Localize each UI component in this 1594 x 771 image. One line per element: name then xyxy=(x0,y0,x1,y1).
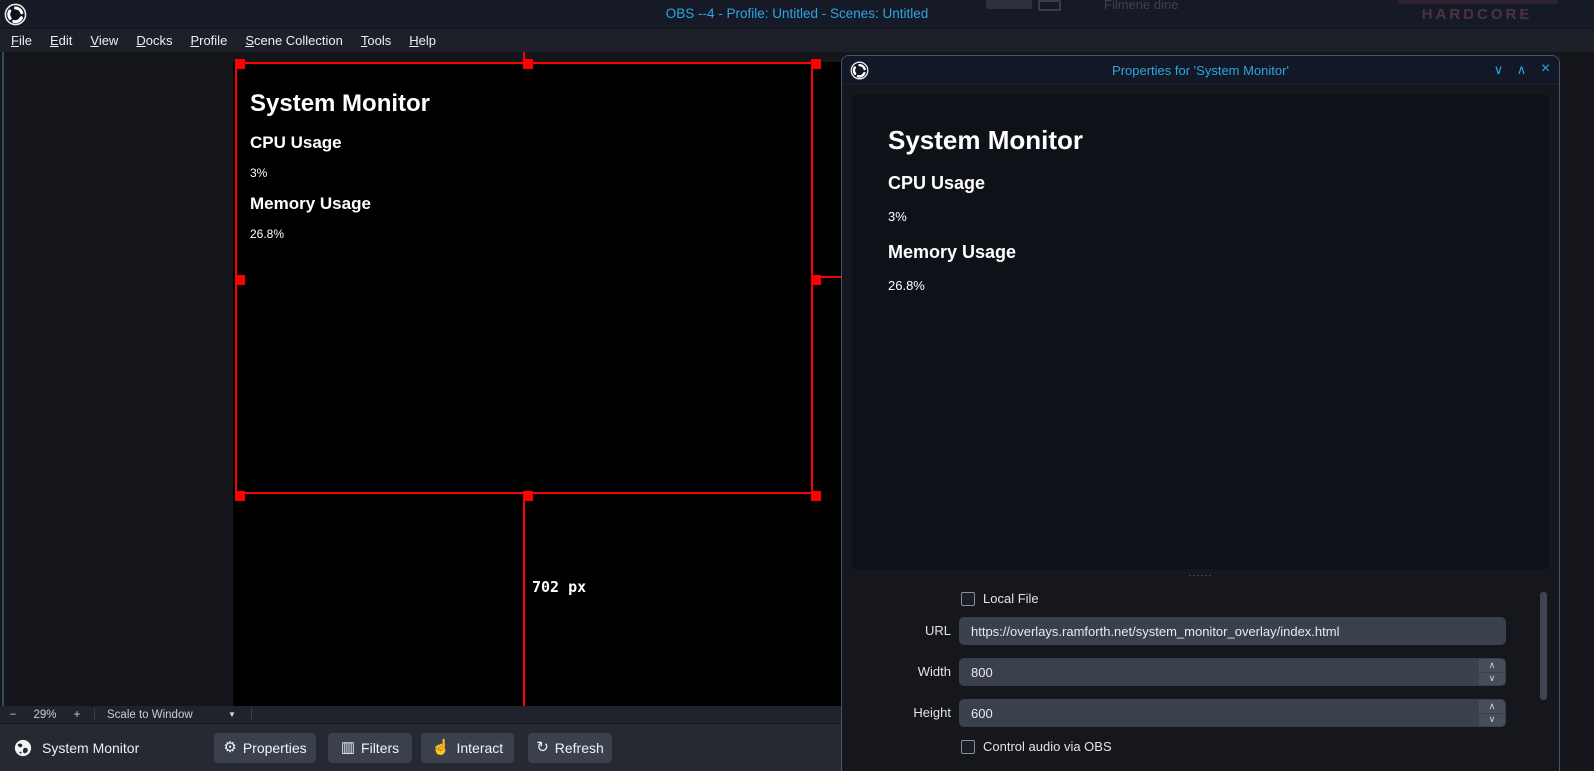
local-file-checkbox[interactable] xyxy=(961,592,975,606)
resize-handle-middle-left[interactable] xyxy=(235,275,245,285)
properties-window: Properties for 'System Monitor' ∨ ∧ × Sy… xyxy=(841,55,1560,771)
refresh-icon: ↻ xyxy=(536,740,549,755)
source-properties-preview: System Monitor CPU Usage 3% Memory Usage… xyxy=(852,95,1549,569)
width-spinner: ∧ ∨ xyxy=(1479,659,1505,685)
dock-edge-divider xyxy=(2,52,4,771)
interact-button-label: Interact xyxy=(456,740,503,756)
zoom-level: 29% xyxy=(26,709,64,721)
ghost-watermark-bar xyxy=(1398,0,1558,4)
preview-cpu-value: 3% xyxy=(888,209,907,224)
ghost-watermark: HARDCORE xyxy=(1392,6,1562,23)
zoom-mode-select[interactable]: Scale to Window xyxy=(99,709,217,721)
spinner-up-icon[interactable]: ∧ xyxy=(1479,659,1505,672)
selection-height-guide-line xyxy=(523,494,525,706)
selected-source-name: System Monitor xyxy=(42,740,194,756)
close-icon[interactable]: × xyxy=(1537,60,1554,78)
width-input[interactable] xyxy=(959,658,1506,686)
menu-edit[interactable]: Edit xyxy=(41,31,81,50)
browser-source-globe-icon xyxy=(14,739,32,757)
source-toolbar: System Monitor ⚙ Properties ▥ Filters ☝ … xyxy=(0,723,841,771)
obs-main-window: OBS --4 - Profile: Untitled - Scenes: Un… xyxy=(0,0,1594,771)
divider xyxy=(251,708,252,721)
preview-memory-label: Memory Usage xyxy=(888,242,1016,263)
control-audio-label[interactable]: Control audio via OBS xyxy=(983,739,1112,754)
ghost-tab-artifact xyxy=(986,0,1032,9)
properties-window-title: Properties for 'System Monitor' xyxy=(842,63,1559,78)
source-selection-box[interactable] xyxy=(235,62,813,494)
form-scrollbar[interactable] xyxy=(1540,592,1547,700)
resize-handle-bottom-right[interactable] xyxy=(811,491,821,501)
filters-button-label: Filters xyxy=(361,740,399,756)
resize-handle-bottom-left[interactable] xyxy=(235,491,245,501)
zoom-out-button[interactable]: − xyxy=(0,709,26,721)
zoom-in-button[interactable]: + xyxy=(64,709,90,721)
properties-button-label: Properties xyxy=(243,740,307,756)
pointer-hand-icon: ☝ xyxy=(432,740,451,755)
gear-icon: ⚙ xyxy=(223,740,236,755)
scene-preview-canvas[interactable]: System Monitor CPU Usage 3% Memory Usage… xyxy=(233,62,841,706)
filters-button[interactable]: ▥ Filters xyxy=(328,733,412,763)
titlebar: OBS --4 - Profile: Untitled - Scenes: Un… xyxy=(0,0,1594,29)
properties-titlebar[interactable]: Properties for 'System Monitor' ∨ ∧ × xyxy=(842,56,1559,85)
dock-float-chevron-down-icon[interactable]: ∨ xyxy=(1490,62,1507,78)
preview-memory-value: 26.8% xyxy=(888,278,925,293)
filters-icon: ▥ xyxy=(341,740,355,755)
menu-file[interactable]: File xyxy=(2,31,41,50)
menu-help[interactable]: Help xyxy=(400,31,445,50)
local-file-label[interactable]: Local File xyxy=(983,591,1039,606)
menu-tools[interactable]: Tools xyxy=(352,31,400,50)
spinner-down-icon[interactable]: ∨ xyxy=(1479,714,1505,726)
divider xyxy=(94,708,95,721)
preview-cpu-label: CPU Usage xyxy=(888,173,985,194)
resize-handle-top-left[interactable] xyxy=(235,59,245,69)
width-label: Width xyxy=(842,664,951,679)
spinner-up-icon[interactable]: ∧ xyxy=(1479,700,1505,713)
preview-title: System Monitor xyxy=(888,125,1083,156)
dock-chevron-up-icon[interactable]: ∧ xyxy=(1513,62,1530,78)
height-spinner: ∧ ∨ xyxy=(1479,700,1505,726)
refresh-button[interactable]: ↻ Refresh xyxy=(528,733,612,763)
properties-button[interactable]: ⚙ Properties xyxy=(214,733,316,763)
preview-zoom-controls: − 29% + Scale to Window ▼ xyxy=(0,706,841,723)
control-audio-checkbox[interactable] xyxy=(961,740,975,754)
ghost-folder-icon xyxy=(1038,0,1061,11)
url-label: URL xyxy=(842,623,951,638)
chevron-down-icon[interactable]: ▼ xyxy=(217,710,247,719)
menu-scene-collection[interactable]: Scene Collection xyxy=(236,31,352,50)
interact-button[interactable]: ☝ Interact xyxy=(421,733,514,763)
selection-height-dimension: 702 px xyxy=(532,578,586,596)
splitter-handle[interactable]: ······ xyxy=(842,570,1559,584)
refresh-button-label: Refresh xyxy=(555,740,604,756)
height-label: Height xyxy=(842,705,951,720)
url-input[interactable] xyxy=(959,617,1506,645)
ghost-text: Filmene dine xyxy=(1104,0,1178,12)
resize-handle-top-right[interactable] xyxy=(811,59,821,69)
selection-right-guide-line xyxy=(813,276,841,278)
menu-bar: File Edit View Docks Profile Scene Colle… xyxy=(0,29,1594,52)
menu-profile[interactable]: Profile xyxy=(181,31,236,50)
window-title: OBS --4 - Profile: Untitled - Scenes: Un… xyxy=(0,6,1594,21)
spinner-down-icon[interactable]: ∨ xyxy=(1479,673,1505,685)
menu-docks[interactable]: Docks xyxy=(127,31,181,50)
height-input[interactable] xyxy=(959,699,1506,727)
selection-top-guide-line xyxy=(523,52,525,62)
menu-view[interactable]: View xyxy=(81,31,127,50)
